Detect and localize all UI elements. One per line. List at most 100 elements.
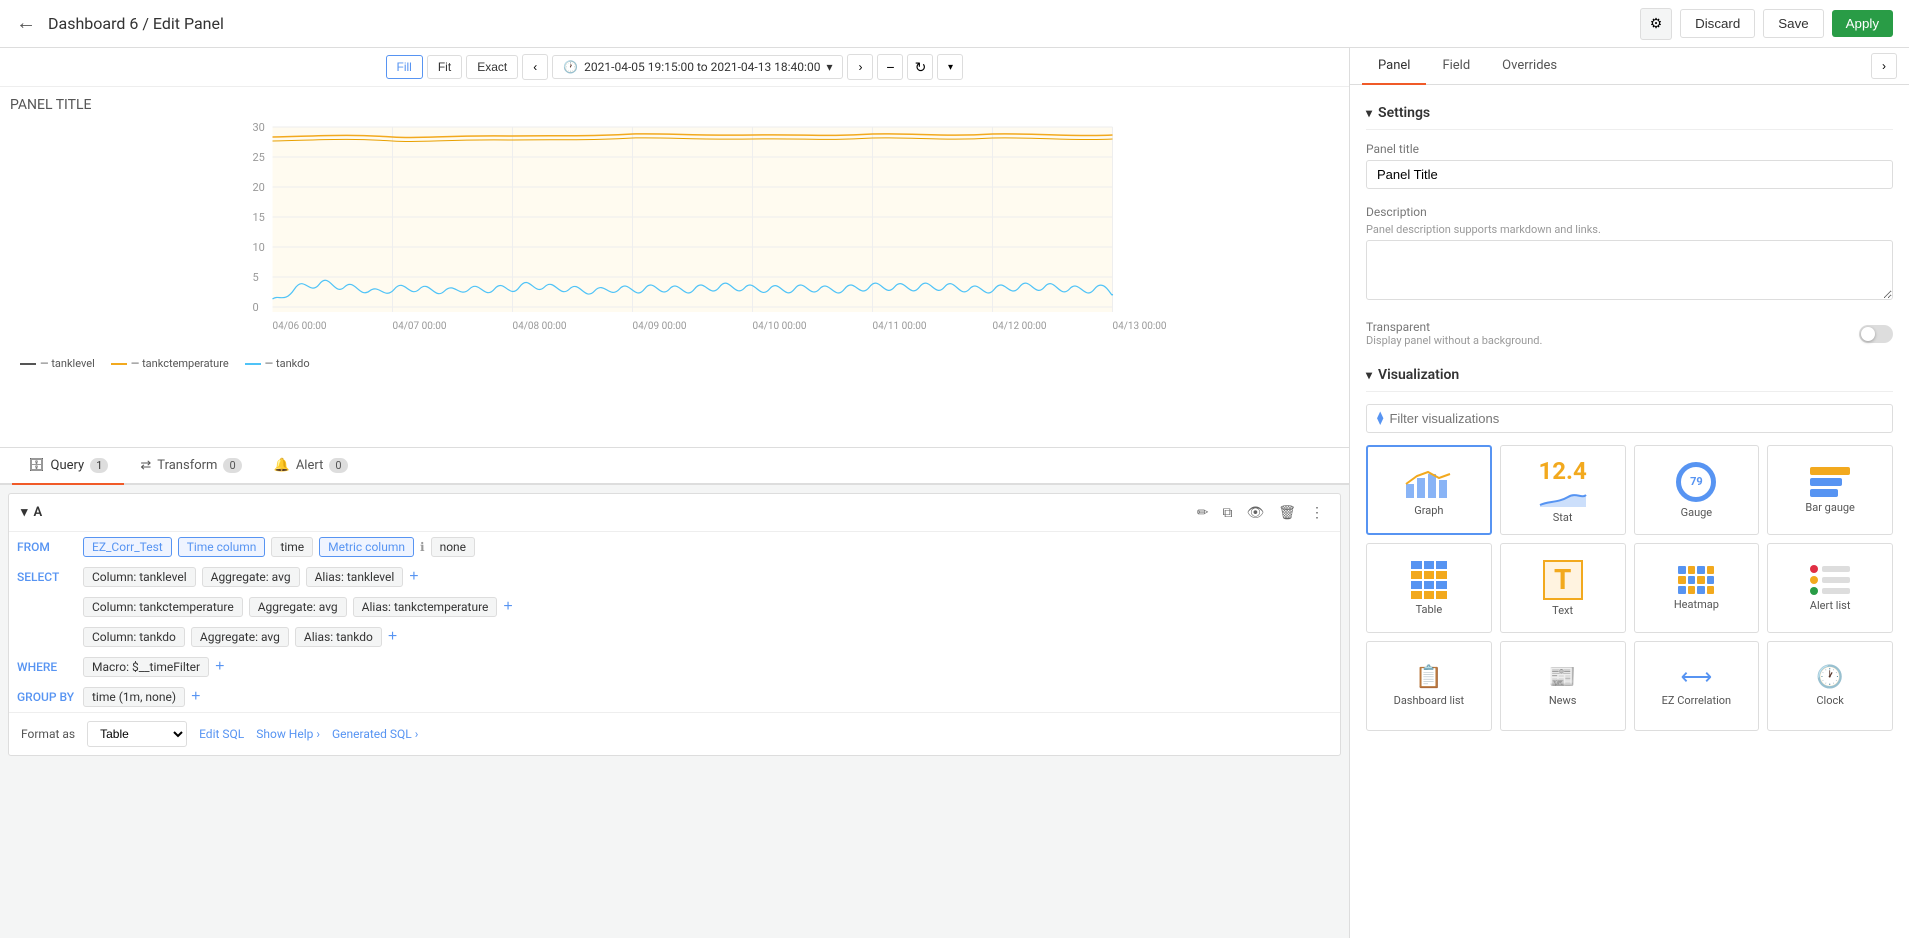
- exact-button[interactable]: Exact: [466, 55, 518, 79]
- viz-card-alert-list[interactable]: Alert list: [1767, 543, 1893, 633]
- col2-chip[interactable]: Column: tankctemperature: [83, 597, 243, 617]
- viz-card-clock[interactable]: 🕐 Clock: [1767, 641, 1893, 731]
- time-range-selector[interactable]: 🕐 2021-04-05 19:15:00 to 2021-04-13 18:4…: [552, 55, 843, 79]
- group-by-value-chip[interactable]: time (1m, none): [83, 687, 185, 707]
- svg-text:0: 0: [253, 301, 259, 314]
- legend-tankctemperature: — tankctemperature: [111, 357, 229, 370]
- from-label: FROM: [17, 540, 77, 554]
- bar-gauge-viz-icon: [1810, 467, 1850, 497]
- col3-chip[interactable]: Column: tankdo: [83, 627, 185, 647]
- viz-card-table[interactable]: Table: [1366, 543, 1492, 633]
- header-left: ← Dashboard 6 / Edit Panel: [16, 12, 224, 35]
- toggle-knob: [1861, 327, 1875, 341]
- viz-card-ez-correlation[interactable]: ⟷ EZ Correlation: [1634, 641, 1760, 731]
- add-where-button[interactable]: +: [215, 658, 224, 676]
- description-label: Description: [1366, 205, 1893, 219]
- select-row-3: Column: tankdo Aggregate: avg Alias: tan…: [9, 622, 1340, 652]
- left-panel: Fill Fit Exact ‹ 🕐 2021-04-05 19:15:00 t…: [0, 48, 1349, 938]
- settings-button[interactable]: ⚙: [1640, 8, 1672, 40]
- viz-card-news[interactable]: 📰 News: [1500, 641, 1626, 731]
- add-col3-button[interactable]: +: [388, 628, 397, 646]
- legend-tankdo: — tankdo: [245, 357, 310, 370]
- svg-text:04/09 00:00: 04/09 00:00: [633, 321, 687, 332]
- where-value-chip[interactable]: Macro: $__timeFilter: [83, 657, 209, 677]
- select-label: SELECT: [17, 570, 77, 584]
- copy-query-button[interactable]: ⧉: [1218, 502, 1236, 523]
- time-column-label-chip[interactable]: Time column: [178, 537, 266, 557]
- right-tab-panel[interactable]: Panel: [1362, 48, 1426, 85]
- from-row: FROM EZ_Corr_Test Time column time Metri…: [9, 532, 1340, 562]
- table-viz-icon: [1411, 561, 1447, 599]
- viz-card-graph[interactable]: Graph: [1366, 445, 1492, 535]
- fit-button[interactable]: Fit: [427, 55, 462, 79]
- back-button[interactable]: ←: [16, 12, 36, 35]
- query-icon: 🗄: [28, 458, 45, 473]
- query-section-header: ▾ A ✏ ⧉ 👁 🗑 ⋮: [9, 494, 1340, 532]
- chart-inner: PANEL TITLE 30 25 20 15 10 5 0: [0, 87, 1349, 378]
- alias3-chip[interactable]: Alias: tankdo: [295, 627, 382, 647]
- add-col2-button[interactable]: +: [503, 598, 512, 616]
- edit-sql-link[interactable]: Edit SQL: [199, 727, 244, 741]
- agg2-chip[interactable]: Aggregate: avg: [249, 597, 347, 617]
- time-column-value-chip[interactable]: time: [271, 537, 313, 557]
- viz-card-stat[interactable]: 12.4 Stat: [1500, 445, 1626, 535]
- alert-icon: 🔔: [274, 458, 290, 473]
- show-help-link[interactable]: Show Help ›: [256, 727, 320, 741]
- next-time-button[interactable]: ›: [847, 54, 873, 80]
- save-button[interactable]: Save: [1763, 9, 1823, 38]
- toggle-visibility-button[interactable]: 👁: [1242, 502, 1268, 523]
- time-range-text: 2021-04-05 19:15:00 to 2021-04-13 18:40:…: [584, 60, 820, 74]
- table-viz-label: Table: [1416, 603, 1443, 616]
- transparent-label: Transparent: [1366, 320, 1542, 334]
- graph-viz-label: Graph: [1414, 504, 1443, 517]
- transparent-row: Transparent Display panel without a back…: [1366, 320, 1893, 347]
- viz-card-bar-gauge[interactable]: Bar gauge: [1767, 445, 1893, 535]
- alias2-chip[interactable]: Alias: tankctemperature: [353, 597, 498, 617]
- filter-viz-input[interactable]: [1389, 411, 1882, 426]
- metric-column-label-chip[interactable]: Metric column: [319, 537, 414, 557]
- expand-panel-button[interactable]: ›: [1871, 53, 1897, 79]
- settings-section-header[interactable]: ▾ Settings: [1366, 97, 1893, 130]
- apply-button[interactable]: Apply: [1832, 10, 1893, 37]
- col1-chip[interactable]: Column: tanklevel: [83, 567, 196, 587]
- fill-button[interactable]: Fill: [386, 55, 423, 79]
- prev-time-button[interactable]: ‹: [522, 54, 548, 80]
- viz-card-gauge[interactable]: 79 Gauge: [1634, 445, 1760, 535]
- generated-sql-link[interactable]: Generated SQL ›: [332, 727, 418, 741]
- visualization-title: Visualization: [1378, 367, 1459, 383]
- from-table-chip[interactable]: EZ_Corr_Test: [83, 537, 172, 557]
- viz-card-dashboard-list[interactable]: 📋 Dashboard list: [1366, 641, 1492, 731]
- svg-text:04/12 00:00: 04/12 00:00: [993, 321, 1047, 332]
- alias1-chip[interactable]: Alias: tanklevel: [306, 567, 404, 587]
- agg1-chip[interactable]: Aggregate: avg: [202, 567, 300, 587]
- format-select[interactable]: Table Time series: [87, 721, 187, 747]
- tab-alert[interactable]: 🔔 Alert 0: [258, 448, 364, 485]
- delete-query-button[interactable]: 🗑: [1274, 502, 1300, 523]
- filter-visualizations[interactable]: ⧫: [1366, 404, 1893, 433]
- agg3-chip[interactable]: Aggregate: avg: [191, 627, 289, 647]
- chart-more-button[interactable]: ▾: [937, 54, 963, 80]
- section-collapse-icon[interactable]: ▾: [21, 505, 28, 520]
- top-header: ← Dashboard 6 / Edit Panel ⚙ Discard Sav…: [0, 0, 1909, 48]
- viz-card-text[interactable]: T Text: [1500, 543, 1626, 633]
- more-query-button[interactable]: ⋮: [1306, 502, 1328, 523]
- add-col1-button[interactable]: +: [409, 568, 418, 586]
- chart-toolbar: Fill Fit Exact ‹ 🕐 2021-04-05 19:15:00 t…: [0, 48, 1349, 87]
- description-textarea[interactable]: [1366, 240, 1893, 300]
- metric-column-value-chip[interactable]: none: [431, 537, 475, 557]
- refresh-button[interactable]: ↻: [907, 54, 933, 80]
- panel-title-input[interactable]: [1366, 160, 1893, 189]
- discard-button[interactable]: Discard: [1680, 9, 1755, 38]
- tab-transform[interactable]: ⇄ Transform 0: [124, 448, 257, 485]
- visualization-section-header[interactable]: ▾ Visualization: [1366, 359, 1893, 392]
- panel-title-label: Panel title: [1366, 142, 1893, 156]
- tab-query[interactable]: 🗄 Query 1: [12, 448, 124, 485]
- right-tab-field[interactable]: Field: [1426, 48, 1486, 85]
- time-icon: 🕐: [563, 60, 578, 74]
- right-tab-overrides[interactable]: Overrides: [1486, 48, 1573, 85]
- transparent-toggle[interactable]: [1859, 325, 1893, 343]
- zoom-out-button[interactable]: −: [877, 54, 903, 80]
- add-group-by-button[interactable]: +: [191, 688, 200, 706]
- viz-card-heatmap[interactable]: Heatmap: [1634, 543, 1760, 633]
- edit-query-button[interactable]: ✏: [1193, 502, 1213, 523]
